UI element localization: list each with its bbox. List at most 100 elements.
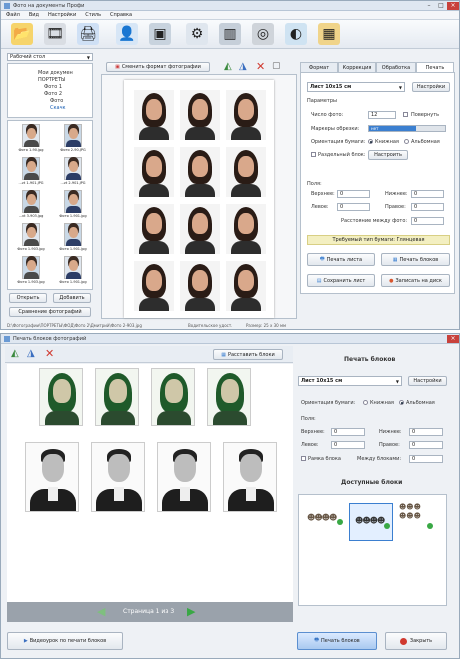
- photo-tool-icon[interactable]: ▣: [149, 23, 171, 45]
- film-icon[interactable]: 🎞: [44, 23, 66, 45]
- left-margin-field[interactable]: 0: [331, 441, 365, 449]
- sheet-photo[interactable]: [180, 261, 220, 311]
- change-format-button[interactable]: ▣ Сменить формат фотографии: [106, 62, 210, 72]
- portrait-radio[interactable]: [363, 400, 368, 405]
- maximize-button[interactable]: □: [435, 2, 447, 10]
- tab-format[interactable]: Формат: [300, 62, 338, 72]
- photos-count-field[interactable]: 12: [368, 111, 396, 119]
- folder-dropdown[interactable]: Рабочий стол ▼: [7, 53, 93, 61]
- between-photos-field[interactable]: 0: [411, 217, 444, 225]
- next-page-arrow-icon[interactable]: ▶: [187, 605, 195, 618]
- box-icon[interactable]: ▦: [318, 23, 340, 45]
- block-frame-checkbox[interactable]: [301, 456, 306, 461]
- delete-icon[interactable]: ✕: [45, 347, 54, 360]
- settings-button[interactable]: Настройки: [412, 82, 450, 92]
- sheet-photo[interactable]: [226, 261, 266, 311]
- rotate-checkbox[interactable]: [403, 112, 408, 117]
- landscape-radio[interactable]: [404, 139, 409, 144]
- menu-settings[interactable]: Настройки: [48, 12, 76, 18]
- cut-marks-slider[interactable]: нет: [368, 125, 446, 132]
- tab-correction[interactable]: Коррекция: [338, 62, 376, 72]
- close-dialog-button[interactable]: Закрыть: [385, 632, 447, 650]
- video-tutorial-button[interactable]: ▶ Видеоурок по печати блоков: [7, 632, 123, 650]
- block-photo-man[interactable]: [157, 442, 211, 512]
- crop-frame-icon[interactable]: ▢: [272, 61, 281, 71]
- block-photo-woman[interactable]: [95, 368, 139, 426]
- landscape-radio[interactable]: [399, 400, 404, 405]
- save-sheet-button[interactable]: ▤ Сохранить лист: [307, 274, 375, 287]
- tree-item[interactable]: Мои докумен: [38, 70, 73, 76]
- block-photo-woman[interactable]: [207, 368, 251, 426]
- thumbnail[interactable]: ...vt 1-901.JPG: [14, 157, 48, 189]
- globe-icon[interactable]: ◐: [285, 23, 307, 45]
- thumbnail[interactable]: Фото 1-901.jpg: [56, 190, 90, 222]
- block-photo-man[interactable]: [91, 442, 145, 512]
- top-margin-field[interactable]: 0: [331, 428, 365, 436]
- thumbnail[interactable]: Фото 1-901.jpg: [56, 256, 90, 288]
- top-margin-field[interactable]: 0: [337, 190, 370, 198]
- sheet-photo[interactable]: [134, 204, 174, 254]
- tree-item[interactable]: Фото: [50, 98, 63, 104]
- sheet-photo[interactable]: [180, 90, 220, 140]
- separate-block-checkbox[interactable]: [311, 152, 316, 157]
- menu-style[interactable]: Стиль: [85, 12, 101, 18]
- close-button[interactable]: ×: [447, 334, 459, 343]
- person-icon[interactable]: 👤: [116, 23, 138, 45]
- thumbnail[interactable]: Фото 1-903.jpg: [14, 256, 48, 288]
- tree-item[interactable]: Скачк: [50, 105, 66, 111]
- tools-icon[interactable]: ⚙: [186, 23, 208, 45]
- block-photo-woman[interactable]: [151, 368, 195, 426]
- close-button[interactable]: ×: [447, 1, 459, 10]
- right-margin-field[interactable]: 0: [409, 441, 443, 449]
- sheet-photo[interactable]: [180, 147, 220, 197]
- sheet-photo[interactable]: [226, 90, 266, 140]
- print-icon[interactable]: 🖨: [77, 23, 99, 45]
- tree-item[interactable]: ПОРТРЕТЫ: [38, 77, 65, 83]
- thumbnail[interactable]: Фото 1-90.jpg: [14, 124, 48, 156]
- menu-help[interactable]: Справка: [110, 12, 132, 18]
- block-photo-woman[interactable]: [39, 368, 83, 426]
- sheet-photo[interactable]: [134, 147, 174, 197]
- tree-item[interactable]: Фото 1: [44, 84, 62, 90]
- add-button[interactable]: Добавить: [53, 293, 91, 303]
- add-block-icon[interactable]: [384, 523, 390, 529]
- left-margin-field[interactable]: 0: [337, 203, 370, 211]
- sheet-photo[interactable]: [134, 90, 174, 140]
- sheet-photo[interactable]: [226, 204, 266, 254]
- rotate-left-icon[interactable]: ◭: [224, 61, 232, 72]
- block-option[interactable]: ☻☻☻☻: [307, 513, 345, 529]
- block-photo-man[interactable]: [25, 442, 79, 512]
- rotate-right-icon[interactable]: ◮: [27, 348, 35, 359]
- add-block-icon[interactable]: [427, 523, 433, 529]
- film-reel-icon[interactable]: ◎: [252, 23, 274, 45]
- settings-button[interactable]: Настройки: [408, 376, 447, 386]
- add-block-icon[interactable]: [337, 519, 343, 525]
- sheet-photo[interactable]: [226, 147, 266, 197]
- arrange-blocks-button[interactable]: ▦ Расставить блоки: [213, 349, 283, 360]
- tree-item[interactable]: Фото 2: [44, 91, 62, 97]
- bottom-margin-field[interactable]: 0: [411, 190, 444, 198]
- menu-file[interactable]: Файл: [6, 12, 20, 18]
- burn-disc-button[interactable]: ● Записать на диск: [381, 274, 450, 287]
- portrait-radio[interactable]: [368, 139, 373, 144]
- sheet-photo[interactable]: [180, 204, 220, 254]
- thumbnail[interactable]: ...vt 3-903.jpg: [14, 190, 48, 222]
- rotate-right-icon[interactable]: ◮: [239, 61, 247, 72]
- sheet-format-select[interactable]: Лист 10x15 см ▼: [298, 376, 402, 386]
- prev-page-arrow-icon[interactable]: ◀: [97, 605, 105, 618]
- configure-button[interactable]: Настроить: [368, 150, 408, 160]
- folder-tree[interactable]: Мои докумен ПОРТРЕТЫ Фото 1 Фото 2 Фото …: [7, 63, 93, 118]
- print-blocks-button[interactable]: ▦ Печать блоков: [381, 253, 450, 266]
- menu-view[interactable]: Вид: [29, 12, 39, 18]
- sheet-photo[interactable]: [134, 261, 174, 311]
- thumbnail[interactable]: Фото 1-901.jpg: [56, 223, 90, 255]
- block-option[interactable]: ☻☻☻ ☻☻☻: [399, 503, 435, 533]
- right-margin-field[interactable]: 0: [411, 203, 444, 211]
- thumbnail[interactable]: Фото 2-90.JPG: [56, 124, 90, 156]
- between-blocks-field[interactable]: 0: [409, 455, 443, 463]
- compare-photos-button[interactable]: Сравнение фотографий: [9, 307, 91, 317]
- print-blocks-button[interactable]: 🖶 Печать блоков: [297, 632, 377, 650]
- delete-icon[interactable]: ✕: [256, 60, 265, 73]
- sheet-format-select[interactable]: Лист 10x15 см ▼: [307, 82, 405, 92]
- block-option-selected[interactable]: ☻☻☻☻: [349, 503, 393, 541]
